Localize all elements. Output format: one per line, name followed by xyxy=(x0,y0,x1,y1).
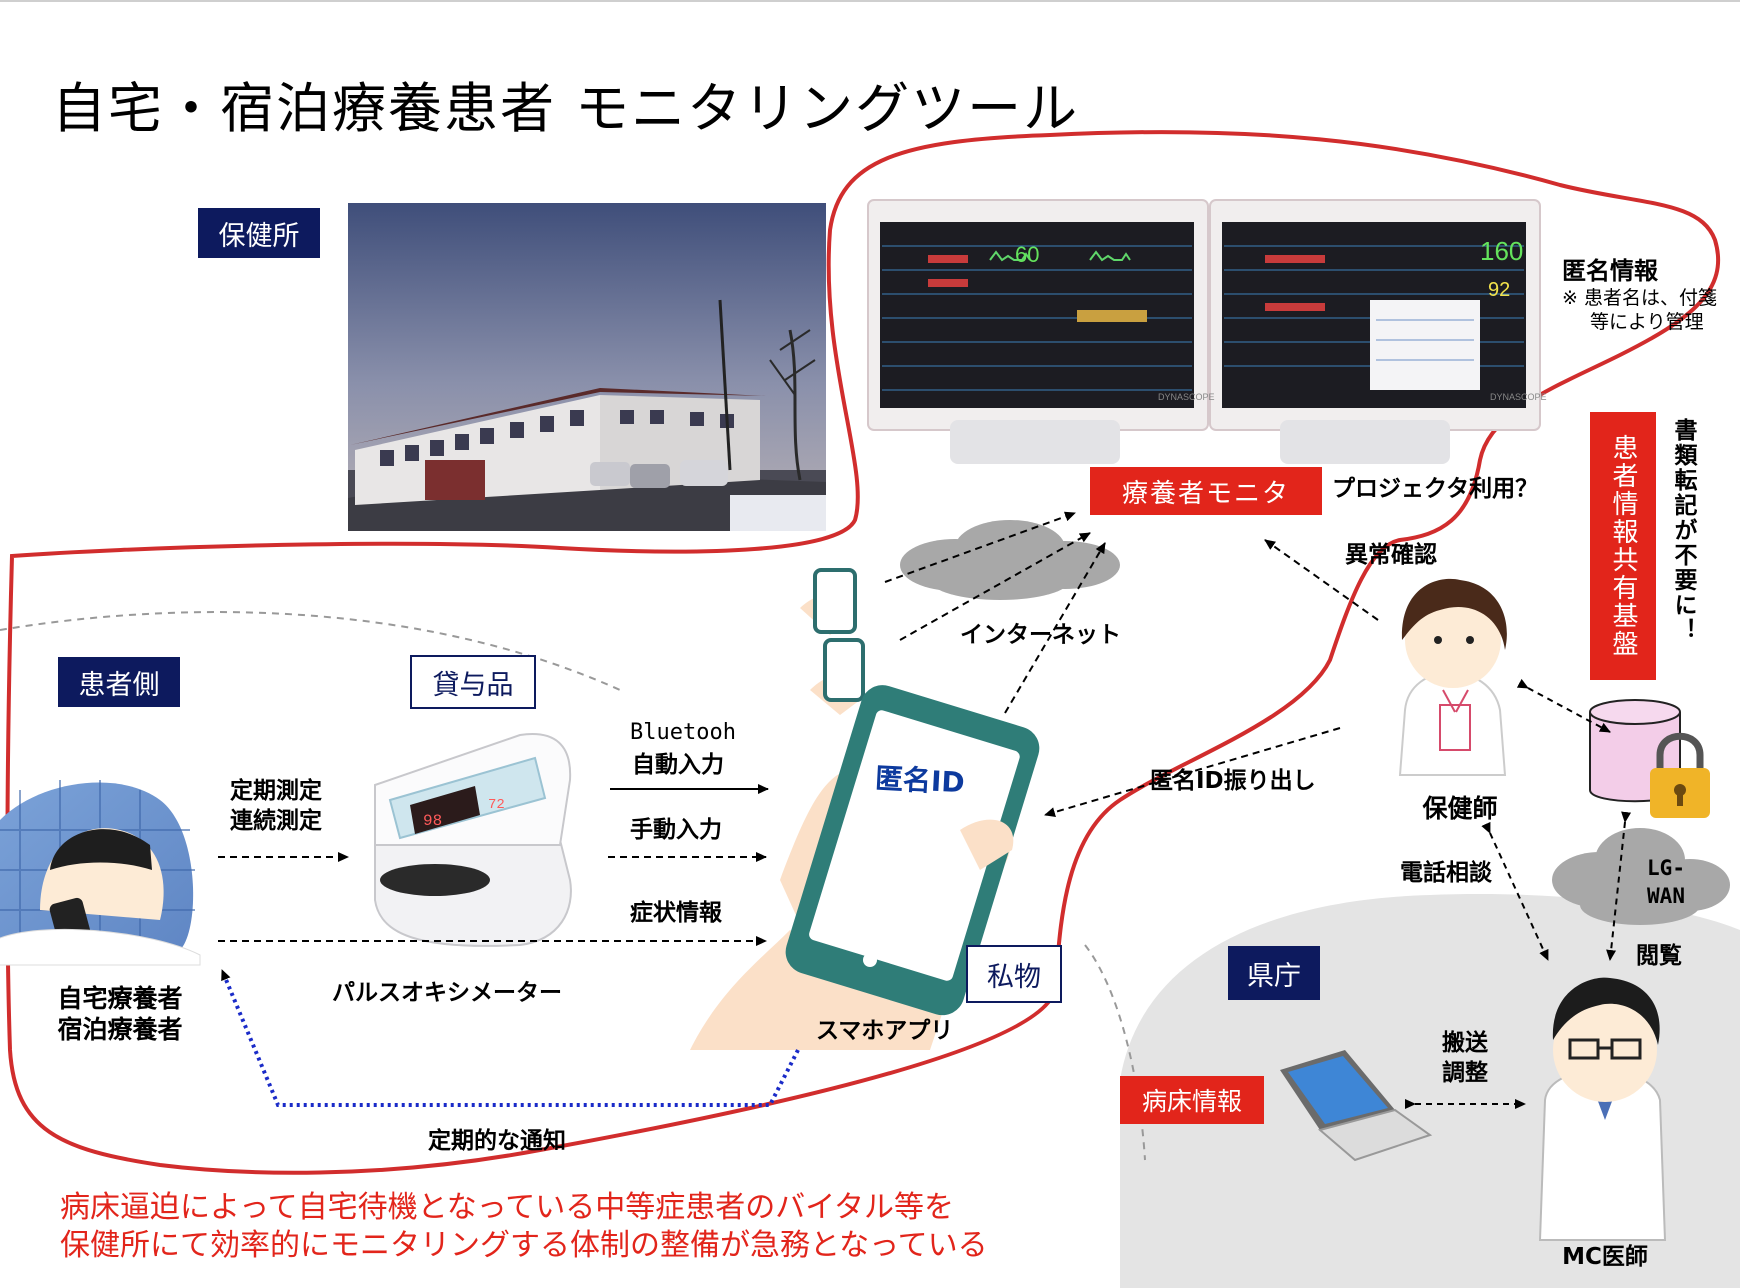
phone-consult-label: 電話相談 xyxy=(1400,860,1492,886)
anomaly-check-label: 異常確認 xyxy=(1345,542,1437,568)
bed-info-label: 病床情報 xyxy=(1120,1076,1264,1124)
manual-input-label: 手動入力 xyxy=(630,817,722,843)
diagram-canvas: 60 160 92 DYNASCOPE DYNASCOPE 98 72 xyxy=(0,0,1740,1288)
anon-id-issue-label: 匿名ID振り出し xyxy=(1150,768,1316,794)
lgwan-label-1: LG- xyxy=(1647,856,1685,880)
monitor-brand-left: DYNASCOPE xyxy=(1158,392,1215,402)
anon-id-text: 匿名ID xyxy=(874,761,966,800)
bluetooth-label-1: Bluetooh xyxy=(630,720,736,745)
diagram-stage: 60 160 92 DYNASCOPE DYNASCOPE 98 72 自宅・宿… xyxy=(0,0,1740,1288)
oximeter-label: パルスオキシメーター xyxy=(332,980,562,1006)
nurse-label: 保健師 xyxy=(1422,794,1498,823)
rental-label: 貸与品 xyxy=(410,655,536,709)
smartphone-app-label: スマホアプリ xyxy=(816,1018,954,1044)
small-phone-icons xyxy=(800,568,865,715)
pulse-oximeter-device: 98 72 xyxy=(374,733,572,947)
database-lock-icon xyxy=(1589,699,1710,818)
symptom-info-label: 症状情報 xyxy=(630,900,722,926)
health-center-label: 保健所 xyxy=(198,208,320,258)
oximeter-pulse: 72 xyxy=(488,797,505,813)
view-label: 閲覧 xyxy=(1636,943,1682,969)
anon-info-note-1: ※ 患者名は、付箋 xyxy=(1562,287,1717,309)
prefecture-label: 県庁 xyxy=(1228,946,1320,1000)
periodic-measure-label-1: 定期測定 xyxy=(230,778,322,804)
footer-line-2: 保健所にて効率的にモニタリングする体制の整備が急務となっている xyxy=(60,1228,988,1263)
monitor-left-big-value: 60 xyxy=(1015,242,1039,267)
patient-side-label: 患者側 xyxy=(58,657,180,707)
lgwan-label-2: WAN xyxy=(1647,884,1685,908)
anon-info-title: 匿名情報 xyxy=(1562,257,1658,285)
doctor-illustration xyxy=(1538,977,1667,1241)
patient-monitor-label: 療養者モニタ xyxy=(1090,467,1322,515)
transport-label-2: 調整 xyxy=(1442,1060,1488,1086)
footer-line-1: 病床逼迫によって自宅待機となっている中等症患者のバイタル等を xyxy=(60,1190,954,1225)
private-label: 私物 xyxy=(966,945,1062,1003)
anon-info-note-2: 等により管理 xyxy=(1590,311,1704,333)
patient-monitor-device: 60 160 92 DYNASCOPE DYNASCOPE xyxy=(867,199,1547,464)
patient-info-platform-label: 患者情報共有基盤 xyxy=(1590,412,1656,680)
no-transcription-note: 書類転記が不要に！ xyxy=(1670,418,1696,643)
patient-label-2: 宿泊療養者 xyxy=(57,1015,183,1044)
monitor-right-big-value: 160 xyxy=(1480,236,1523,266)
patient-illustration xyxy=(0,780,201,966)
bluetooth-label-2: 自動入力 xyxy=(632,752,724,778)
monitor-right-small-value: 92 xyxy=(1488,279,1510,301)
doctor-label: MC医師 xyxy=(1562,1244,1648,1270)
monitor-brand-right: DYNASCOPE xyxy=(1490,392,1547,402)
internet-label: インターネット xyxy=(960,622,1121,648)
nurse-illustration xyxy=(1398,578,1507,776)
health-center-photo xyxy=(348,203,826,531)
projector-note: プロジェクタ利用？ xyxy=(1332,476,1539,502)
transport-label-1: 搬送 xyxy=(1442,1030,1488,1056)
periodic-measure-label-2: 連続測定 xyxy=(230,808,322,834)
page-title: 自宅・宿泊療養患者 モニタリングツール xyxy=(52,77,1080,140)
periodic-notice-label: 定期的な通知 xyxy=(428,1128,566,1154)
internet-cloud xyxy=(900,520,1120,600)
patient-label-1: 自宅療養者 xyxy=(57,984,183,1013)
oximeter-spo2: 98 xyxy=(423,812,442,830)
